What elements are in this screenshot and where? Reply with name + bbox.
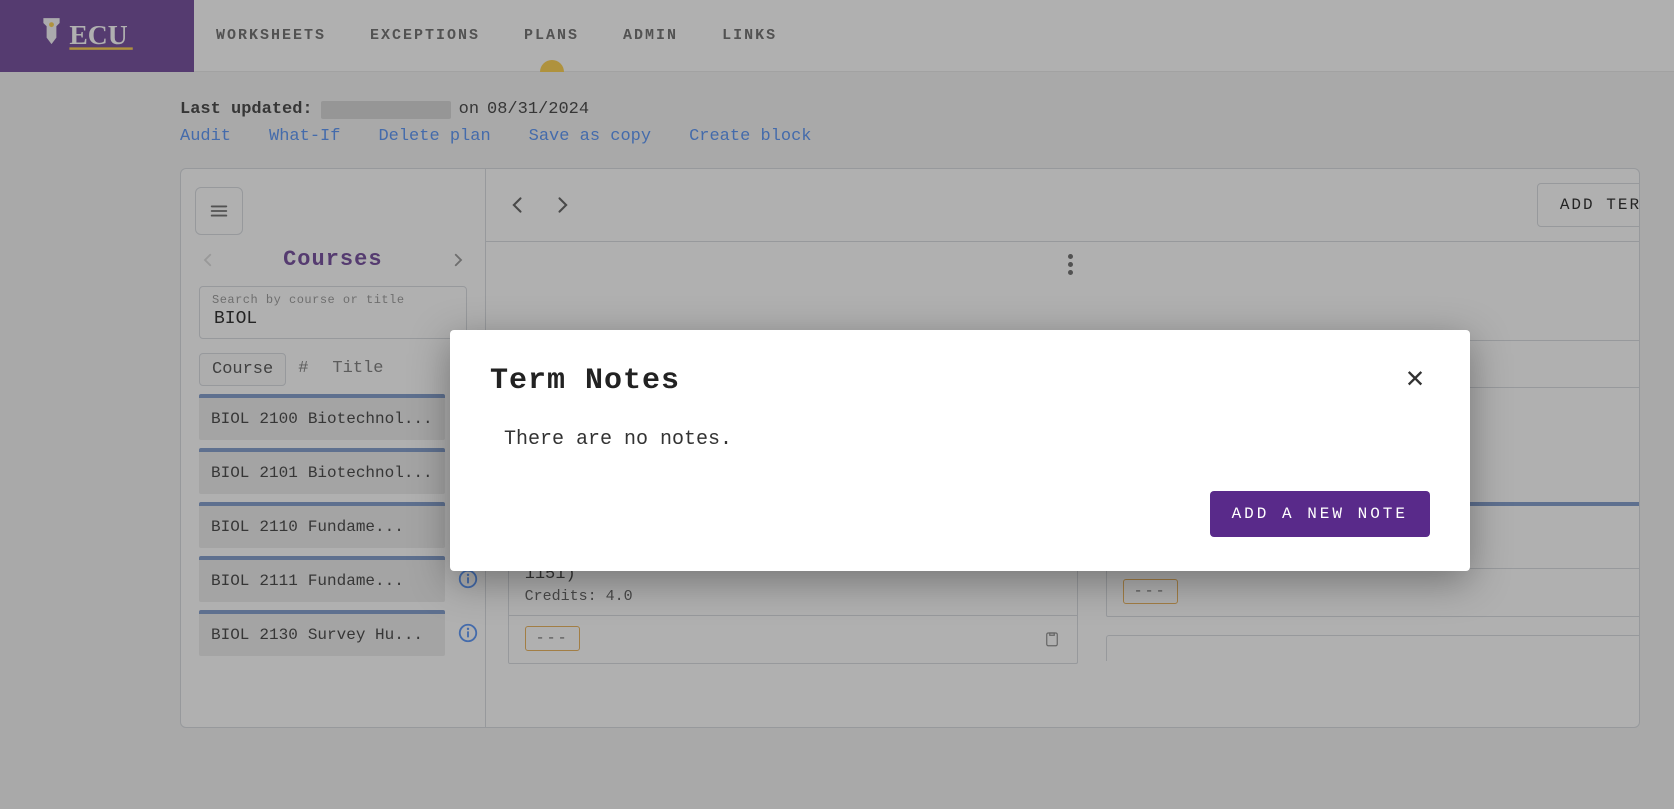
close-icon: ✕: [1406, 363, 1424, 397]
add-new-note-button[interactable]: ADD A NEW NOTE: [1210, 491, 1430, 537]
modal-title: Term Notes: [490, 364, 680, 398]
term-notes-modal: Term Notes ✕ There are no notes. ADD A N…: [450, 330, 1470, 571]
modal-body: There are no notes.: [490, 398, 1430, 491]
modal-close-button[interactable]: ✕: [1400, 364, 1430, 396]
